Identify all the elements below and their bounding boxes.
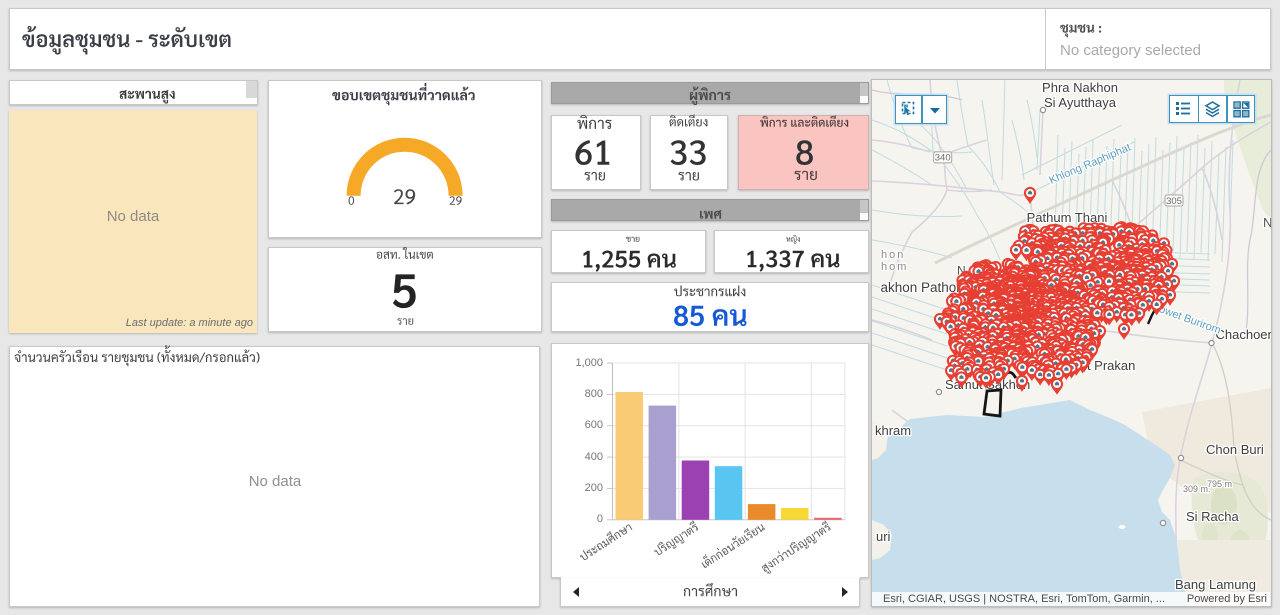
svg-text:Chachoeng: Chachoeng [1216, 327, 1272, 342]
svg-text:N: N [1263, 215, 1271, 230]
svg-text:Phra Nakhon: Phra Nakhon [1042, 80, 1118, 95]
svg-text:khram: khram [875, 423, 911, 438]
svg-text:340: 340 [935, 153, 951, 164]
svg-text:795 m: 795 m [1207, 479, 1232, 489]
svg-text:uri: uri [876, 529, 891, 544]
svg-text:305: 305 [1166, 196, 1182, 207]
svg-text:Chon Buri: Chon Buri [1206, 442, 1264, 457]
svg-text:Si Racha: Si Racha [1186, 509, 1240, 524]
svg-text:Bang Lamung: Bang Lamung [1175, 577, 1256, 592]
svg-text:hom: hom [881, 261, 908, 273]
svg-text:Si Ayutthaya: Si Ayutthaya [1044, 95, 1117, 110]
svg-text:hon: hon [881, 249, 905, 261]
